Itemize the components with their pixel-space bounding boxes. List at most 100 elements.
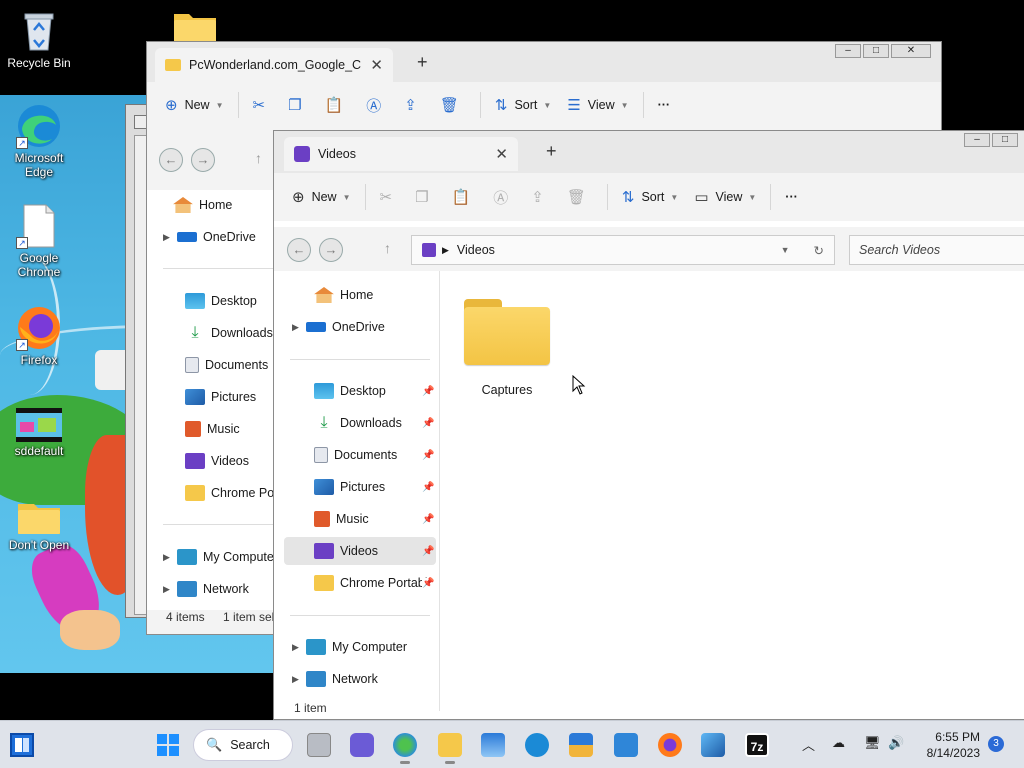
delete-button[interactable]: 🗑 (432, 89, 474, 121)
firefox-icon[interactable] (658, 733, 682, 757)
forward-arrow-icon[interactable]: → (191, 148, 215, 172)
tab-videos[interactable]: Videos ✕ (284, 137, 518, 171)
teams-icon[interactable] (350, 733, 374, 757)
task-view-icon[interactable] (307, 733, 331, 757)
taskbar-search[interactable]: 🔍 Search (193, 729, 293, 761)
sidebar-item-chrome-portable[interactable]: Chrome Portabl 📌 (314, 569, 434, 597)
file-item-folder[interactable]: Captures (457, 299, 557, 397)
sidebar-item-label: Documents (334, 448, 398, 462)
chevron-up-icon[interactable]: ︿ (802, 735, 815, 754)
close-button[interactable]: ✕ (891, 44, 931, 58)
taskbar: 🔍 Search 7z ︿ ☁ 🖥 🔊 6:55 PM 8/14/2023 3 (0, 720, 1024, 768)
desktop-icon-sddefault[interactable]: sddefault (1, 408, 77, 458)
nav-row: ← → ↑ ▶ Videos ▼ ↻ Search Videos (274, 227, 1024, 271)
maximize-button[interactable]: □ (863, 44, 889, 58)
refresh-icon[interactable]: ↻ (814, 243, 824, 258)
delete-button[interactable]: 🗑 (559, 181, 601, 213)
desktop-icon-chrome[interactable]: ↗ Google Chrome (1, 203, 77, 279)
chevron-down-icon[interactable]: ▼ (781, 245, 790, 255)
maximize-button[interactable]: □ (992, 133, 1018, 147)
view-button[interactable]: ▭ View ▼ (686, 181, 764, 213)
minimize-button[interactable]: – (835, 44, 861, 58)
view-button[interactable]: ☰ View ▼ (559, 89, 636, 121)
explorer-window-videos[interactable]: Videos ✕ + – □ ⊕ New ▼ ✂ ❐ 📋 Ⓐ ⇪ 🗑 ⇅ Sort ▼ … (273, 130, 1024, 720)
new-button[interactable]: ⊕ New ▼ (157, 89, 232, 121)
new-tab-icon[interactable]: + (417, 52, 428, 73)
sidebar-item-chrome-portable[interactable]: Chrome Port (185, 479, 282, 507)
rename-button[interactable]: Ⓐ (358, 89, 396, 121)
tab-bar: Videos ✕ + – □ (274, 131, 1024, 173)
sidebar-item-videos[interactable]: Videos (185, 447, 249, 475)
minimize-button[interactable]: – (964, 133, 990, 147)
sort-button[interactable]: ⇅ Sort ▼ (614, 181, 686, 213)
back-arrow-icon[interactable]: ← (159, 148, 183, 172)
new-tab-icon[interactable]: + (546, 141, 557, 162)
copy-button[interactable]: ❐ (407, 181, 443, 213)
copy-button[interactable]: ❐ (280, 89, 316, 121)
paint-icon[interactable] (701, 733, 725, 757)
sidebar-item-onedrive[interactable]: ▶ OneDrive (292, 313, 385, 341)
sidebar-item-pictures[interactable]: Pictures 📌 (314, 473, 434, 501)
sidebar-item-documents[interactable]: Documents 📌 (314, 441, 434, 469)
sidebar-item-music[interactable]: Music 📌 (314, 505, 434, 533)
desktop-icon-recycle-bin[interactable]: Recycle Bin (1, 8, 77, 70)
tab-pcwonderland[interactable]: PcWonderland.com_Google_C ✕ (155, 48, 393, 82)
sidebar-item-music[interactable]: Music (185, 415, 240, 443)
store-icon[interactable] (569, 733, 593, 757)
share-button[interactable]: ⇪ (396, 89, 432, 121)
cut-button[interactable]: ✂ (372, 181, 408, 213)
close-tab-icon[interactable]: ✕ (495, 145, 508, 163)
sidebar-item-my-computer[interactable]: ▶ My Compute (163, 543, 274, 571)
back-arrow-icon[interactable]: ← (287, 238, 311, 262)
up-arrow-icon[interactable]: ↑ (384, 240, 391, 256)
tab-title: Videos (318, 147, 356, 161)
paste-button[interactable]: 📋 (317, 89, 359, 121)
sidebar-item-onedrive[interactable]: ▶ OneDrive (163, 223, 256, 251)
search-input[interactable]: Search Videos (849, 235, 1024, 265)
photos-icon[interactable] (481, 733, 505, 757)
sidebar-item-downloads[interactable]: ⤓ Downloads 📌 (314, 409, 434, 437)
pictures-icon (185, 389, 205, 405)
7zip-icon[interactable]: 7z (745, 733, 769, 757)
sidebar-item-desktop[interactable]: Desktop (185, 287, 257, 315)
more-button[interactable]: ··· (650, 89, 679, 121)
forward-arrow-icon[interactable]: → (319, 238, 343, 262)
widgets-weather-icon[interactable] (393, 733, 417, 764)
sidebar-item-home[interactable]: Home (314, 281, 373, 309)
network-icon (177, 581, 197, 597)
desktop-icon-edge[interactable]: ↗ Microsoft Edge (1, 103, 77, 179)
start-icon[interactable] (156, 733, 180, 757)
volume-icon[interactable]: 🔊 (888, 735, 904, 751)
clock[interactable]: 6:55 PM 8/14/2023 (910, 729, 980, 761)
desktop-folder-partial[interactable] (173, 12, 217, 42)
sidebar-item-downloads[interactable]: ⤓ Downloads (185, 319, 272, 347)
paste-button[interactable]: 📋 (444, 181, 486, 213)
sidebar-item-network[interactable]: ▶ Network (163, 575, 249, 603)
sidebar-item-home[interactable]: Home (173, 191, 232, 219)
desktop-icon-firefox[interactable]: ↗ Firefox (1, 305, 77, 367)
sidebar-item-desktop[interactable]: Desktop 📌 (314, 377, 434, 405)
address-bar[interactable]: ▶ Videos ▼ ↻ (411, 235, 835, 265)
chevron-right-icon: ▶ (442, 244, 449, 255)
edge-icon[interactable] (525, 733, 549, 757)
network-icon[interactable]: 🖥 (864, 735, 881, 751)
onedrive-offline-icon[interactable]: ☁ (832, 735, 845, 751)
sidebar-item-videos[interactable]: Videos 📌 (284, 537, 436, 565)
cut-button[interactable]: ✂ (245, 89, 281, 121)
mail-icon[interactable] (614, 733, 638, 757)
rename-button[interactable]: Ⓐ (485, 181, 523, 213)
sidebar-item-pictures[interactable]: Pictures (185, 383, 256, 411)
close-tab-icon[interactable]: ✕ (370, 56, 383, 74)
desktop-icon-dont-open[interactable]: Don't Open (1, 500, 77, 552)
file-explorer-icon[interactable] (438, 733, 462, 764)
notification-badge[interactable]: 3 (988, 736, 1004, 752)
share-button[interactable]: ⇪ (523, 181, 559, 213)
sort-button[interactable]: ⇅ Sort ▼ (487, 89, 559, 121)
sidebar-item-documents[interactable]: Documents (185, 351, 268, 379)
sidebar-item-my-computer[interactable]: ▶ My Computer (292, 633, 407, 661)
more-button[interactable]: ··· (777, 181, 806, 213)
widgets-icon[interactable] (10, 733, 34, 757)
sidebar-item-network[interactable]: ▶ Network (292, 665, 378, 693)
new-button[interactable]: ⊕ New ▼ (284, 181, 359, 213)
up-arrow-icon[interactable]: ↑ (255, 150, 262, 166)
